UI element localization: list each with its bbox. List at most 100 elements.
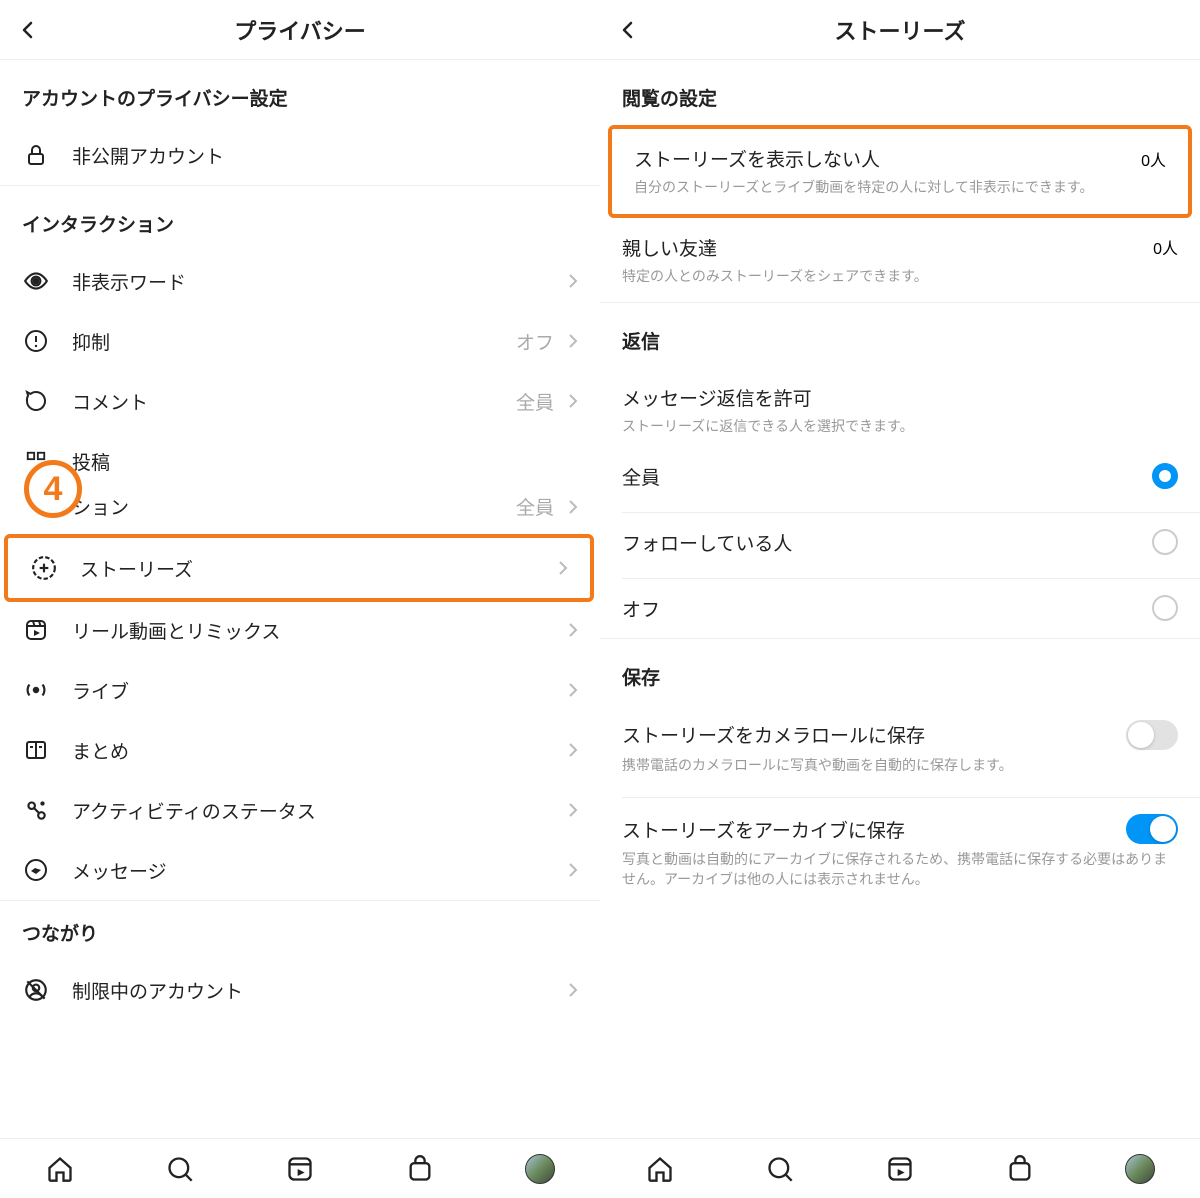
section-saving: 保存 [600,639,1200,704]
row-option-following[interactable]: フォローしている人 [600,513,1200,572]
sub-allow-replies: ストーリーズに返信できる人を選択できます。 [622,417,1178,437]
chevron-right-icon [568,742,578,758]
label-hide-from: ストーリーズを表示しない人 [634,145,1141,172]
row-option-off[interactable]: オフ [600,579,1200,638]
row-private-account[interactable]: 非公開アカウント [0,125,600,185]
tab-reels[interactable] [885,1154,915,1184]
value-hide-from: 0人 [1141,147,1166,171]
value-close-friends: 0人 [1153,235,1178,259]
value-mentions: 全員 [516,493,554,520]
eye-icon [22,267,50,295]
row-reels[interactable]: リール動画とリミックス [0,600,600,660]
row-hidden-words[interactable]: 非表示ワード [0,251,600,311]
row-restricted[interactable]: 制限中のアカウント [0,960,600,1008]
header-privacy: プライバシー [0,0,600,60]
row-posts-partial[interactable]: 投稿 [0,431,600,477]
lock-icon [22,141,50,169]
row-hide-stories-from[interactable]: ストーリーズを表示しない人 0人 自分のストーリーズとライブ動画を特定の人に対し… [612,129,1188,214]
row-close-friends[interactable]: 親しい友達 0人 特定の人とのみストーリーズをシェアできます。 [600,218,1200,303]
row-guides[interactable]: まとめ [0,720,600,780]
chevron-right-icon [568,333,578,349]
row-mentions-partial[interactable]: ション 全員 [0,477,600,536]
chevron-right-icon [568,982,578,998]
value-limit: オフ [516,328,554,355]
radio-icon [1152,529,1178,555]
tab-shop[interactable] [1005,1154,1035,1184]
label-mentions-partial: ション [72,493,516,520]
chevron-right-icon [568,682,578,698]
sub-save-archive: 写真と動画は自動的にアーカイブに保存されるため、携帯電話に保存する必要はありませ… [622,850,1178,889]
tab-shop[interactable] [405,1154,435,1184]
chevron-right-icon [568,393,578,409]
guides-icon [22,736,50,764]
label-private-account: 非公開アカウント [72,142,578,169]
row-live[interactable]: ライブ [0,660,600,720]
chevron-right-icon [568,622,578,638]
row-activity-status[interactable]: アクティビティのステータス [0,780,600,840]
row-save-camera-roll[interactable]: ストーリーズをカメラロールに保存 携帯電話のカメラロールに写真や動画を自動的に保… [600,704,1200,792]
label-restricted: 制限中のアカウント [72,977,562,1004]
activity-icon [22,796,50,824]
highlight-hide-from: ストーリーズを表示しない人 0人 自分のストーリーズとライブ動画を特定の人に対し… [608,125,1192,218]
label-following: フォローしている人 [622,529,1152,556]
row-messages[interactable]: メッセージ [0,840,600,900]
row-save-archive[interactable]: ストーリーズをアーカイブに保存 写真と動画は自動的にアーカイブに保存されるため、… [600,798,1200,905]
chevron-right-icon [568,273,578,289]
label-off: オフ [622,595,1152,622]
row-limit[interactable]: 抑制 オフ [0,311,600,371]
chevron-right-icon [558,560,568,576]
tab-search[interactable] [165,1154,195,1184]
sub-save-camera: 携帯電話のカメラロールに写真や動画を自動的に保存します。 [622,756,1178,776]
tab-profile[interactable] [525,1154,555,1184]
label-live: ライブ [72,677,562,704]
toggle-off-icon[interactable] [1126,720,1178,750]
tab-home[interactable] [645,1154,675,1184]
label-stories: ストーリーズ [80,555,552,582]
toggle-on-icon[interactable] [1126,814,1178,844]
tab-search[interactable] [765,1154,795,1184]
sub-hide-from: 自分のストーリーズとライブ動画を特定の人に対して非表示にできます。 [634,178,1166,198]
alert-circle-icon [22,327,50,355]
avatar-icon [525,1154,555,1184]
label-save-camera: ストーリーズをカメラロールに保存 [622,721,1126,748]
row-comments[interactable]: コメント 全員 [0,371,600,431]
avatar-icon [1125,1154,1155,1184]
label-close-friends: 親しい友達 [622,234,1153,261]
screen-stories: ストーリーズ 閲覧の設定 5 ストーリーズを表示しない人 0人 自分のストーリー… [600,0,1200,1198]
label-activity-status: アクティビティのステータス [72,797,562,824]
header-stories: ストーリーズ [600,0,1200,60]
label-hidden-words: 非表示ワード [72,268,562,295]
chevron-right-icon [568,862,578,878]
row-stories[interactable]: ストーリーズ [8,538,590,598]
chevron-right-icon [568,499,578,515]
value-comments: 全員 [516,388,554,415]
row-option-everyone[interactable]: 全員 [600,447,1200,506]
bottom-tab-bar [600,1138,1200,1198]
section-connections: つながり [0,901,600,960]
annotation-badge-4: 4 [24,460,82,518]
label-save-archive: ストーリーズをアーカイブに保存 [622,816,1126,843]
tab-reels[interactable] [285,1154,315,1184]
label-messages: メッセージ [72,857,562,884]
sub-close-friends: 特定の人とのみストーリーズをシェアできます。 [622,267,1178,287]
label-reels: リール動画とリミックス [72,617,562,644]
screen-privacy: プライバシー アカウントのプライバシー設定 非公開アカウント インタラクション … [0,0,600,1198]
radio-selected-icon [1152,463,1178,489]
label-everyone: 全員 [622,463,1152,490]
bottom-tab-bar [0,1138,600,1198]
chevron-right-icon [568,802,578,818]
highlight-stories: ストーリーズ [4,534,594,602]
label-comments: コメント [72,388,516,415]
label-guides: まとめ [72,737,562,764]
label-limit: 抑制 [72,328,516,355]
live-icon [22,676,50,704]
back-button[interactable] [18,20,38,40]
section-viewing: 閲覧の設定 [600,60,1200,125]
page-title: ストーリーズ [835,14,966,46]
back-button[interactable] [618,20,638,40]
tab-profile[interactable] [1125,1154,1155,1184]
tab-home[interactable] [45,1154,75,1184]
stories-icon [30,554,58,582]
page-title: プライバシー [234,14,366,46]
section-replies: 返信 [600,303,1200,368]
